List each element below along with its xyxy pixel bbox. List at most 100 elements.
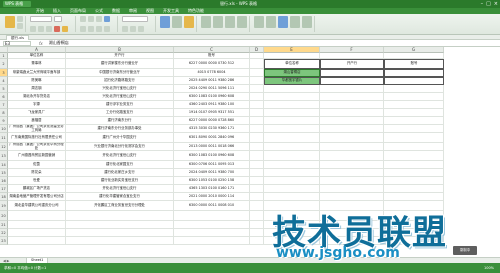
table-cell-unit[interactable]: 广州德昌（集团）公司京化测量业务工商局 bbox=[8, 125, 66, 133]
table-cell-account[interactable]: 6227 0000 0000 0730 512 bbox=[174, 59, 250, 69]
align-center-icon[interactable] bbox=[88, 26, 94, 32]
cell[interactable] bbox=[384, 93, 444, 101]
table-cell-bank[interactable]: 建行浮宇业务支行 bbox=[66, 101, 174, 109]
table-cell-bank[interactable]: 建行化北家庄乡支行 bbox=[66, 169, 174, 177]
table-cell-unit[interactable]: 佐茵 bbox=[8, 161, 66, 169]
cell[interactable] bbox=[320, 161, 384, 169]
wrap-text-icon[interactable] bbox=[104, 26, 110, 32]
cell[interactable] bbox=[250, 211, 264, 221]
cell[interactable] bbox=[250, 59, 264, 69]
cell[interactable] bbox=[250, 85, 264, 93]
cell[interactable] bbox=[384, 161, 444, 169]
cell[interactable] bbox=[250, 143, 264, 151]
table-cell-bank[interactable]: 建行化北家园支行 bbox=[66, 161, 174, 169]
table-cell-bank[interactable]: 开化北济行宝世山支行 bbox=[66, 185, 174, 193]
table-style-icon[interactable] bbox=[172, 16, 182, 28]
sort-icon[interactable] bbox=[225, 16, 235, 28]
lookup-header-1[interactable]: 开户行 bbox=[320, 59, 384, 69]
table-cell-unit[interactable]: 湖南金地营产管理开发有限公司分店 bbox=[8, 193, 66, 201]
row-header-5[interactable]: 5 bbox=[0, 85, 8, 93]
cell[interactable] bbox=[264, 125, 320, 133]
cell[interactable] bbox=[8, 229, 66, 237]
cell[interactable] bbox=[8, 211, 66, 221]
row-header-2[interactable]: 2 bbox=[0, 59, 8, 69]
row-header-13[interactable]: 13 bbox=[0, 151, 8, 161]
table-cell-account[interactable]: 6300 1083 0100 0960 608 bbox=[174, 151, 250, 161]
copy-icon[interactable] bbox=[17, 23, 23, 29]
row-header-18[interactable]: 18 bbox=[0, 193, 8, 201]
cell[interactable] bbox=[66, 237, 174, 245]
table-cell-bank[interactable]: 建行广州分十华园支行 bbox=[66, 133, 174, 143]
row-header-16[interactable]: 16 bbox=[0, 177, 8, 185]
row-header-3[interactable]: 3 bbox=[0, 69, 8, 77]
table-cell-unit[interactable]: 鑫福居 bbox=[8, 117, 66, 125]
table-cell-unit[interactable]: 宇源 bbox=[8, 101, 66, 109]
row-header-23[interactable]: 23 bbox=[0, 237, 8, 245]
cell-style-icon[interactable] bbox=[184, 16, 194, 28]
table-cell-account[interactable]: 2025 4409 0011 9380 286 bbox=[174, 77, 250, 85]
lookup-cell-1[interactable] bbox=[320, 69, 384, 77]
cell[interactable] bbox=[264, 109, 320, 117]
fill-color-icon[interactable] bbox=[62, 26, 68, 32]
cell[interactable] bbox=[250, 237, 264, 245]
freeze-panes-icon[interactable] bbox=[278, 16, 288, 28]
cell[interactable] bbox=[320, 169, 384, 177]
cell[interactable] bbox=[250, 151, 264, 161]
cell[interactable] bbox=[250, 229, 264, 237]
font-size-select[interactable] bbox=[54, 16, 62, 22]
table-cell-unit[interactable]: 湖北永开存货务店 bbox=[8, 93, 66, 101]
table-cell-bank[interactable]: 建行化业新实务宝世支行 bbox=[66, 177, 174, 185]
table-cell-account[interactable]: 6227 0000 0000 0728 860 bbox=[174, 117, 250, 125]
number-format-select[interactable] bbox=[122, 16, 148, 22]
row-header-15[interactable]: 15 bbox=[0, 169, 8, 177]
cell[interactable] bbox=[264, 93, 320, 101]
table-cell-unit[interactable]: 湖北金华建筑公司重庆分公司 bbox=[8, 201, 66, 211]
underline-icon[interactable] bbox=[46, 26, 52, 32]
table-cell-unit[interactable]: 广州德昌（集团）公司京化华商分理处 bbox=[8, 143, 66, 151]
cell[interactable] bbox=[320, 193, 384, 201]
lookup-cell-1[interactable] bbox=[320, 77, 384, 85]
cell[interactable] bbox=[250, 109, 264, 117]
row-header-10[interactable]: 10 bbox=[0, 125, 8, 133]
cell[interactable] bbox=[320, 177, 384, 185]
cell[interactable] bbox=[264, 143, 320, 151]
table-cell-unit[interactable]: 陈花朵 bbox=[8, 169, 66, 177]
cell[interactable] bbox=[250, 77, 264, 85]
table-cell-unit[interactable]: 飞龙家具厂 bbox=[8, 109, 66, 117]
table-cell-account[interactable]: 6300 1053 0100 0250 158 bbox=[174, 177, 250, 185]
cell[interactable] bbox=[384, 101, 444, 109]
merge-icon[interactable] bbox=[104, 16, 110, 22]
table-cell-bank[interactable]: 兴业银行济南北分行化测字会支行 bbox=[66, 143, 174, 151]
minimize-icon[interactable]: – bbox=[481, 1, 484, 7]
cell[interactable] bbox=[264, 193, 320, 201]
zoom-level[interactable]: 100% bbox=[484, 266, 494, 270]
row-header-17[interactable]: 17 bbox=[0, 185, 8, 193]
align-top-icon[interactable] bbox=[80, 16, 86, 22]
cell[interactable] bbox=[320, 133, 384, 143]
table-cell-bank[interactable]: 工分行化路宝支行 bbox=[66, 109, 174, 117]
table-cell-unit[interactable]: 广东南美国际旅行社有限责任公司 bbox=[8, 133, 66, 143]
cell[interactable] bbox=[250, 125, 264, 133]
cell[interactable] bbox=[174, 237, 250, 245]
row-header-7[interactable]: 7 bbox=[0, 101, 8, 109]
fx-icon[interactable]: fx bbox=[39, 41, 43, 46]
lookup-cell-2[interactable] bbox=[384, 69, 444, 77]
paste-icon[interactable] bbox=[5, 16, 15, 28]
table-cell-account[interactable]: 6301 8090 0001 2840 096 bbox=[174, 133, 250, 143]
align-middle-icon[interactable] bbox=[88, 16, 94, 22]
row-header-6[interactable]: 6 bbox=[0, 93, 8, 101]
table-cell-unit[interactable]: 董事林 bbox=[8, 59, 66, 69]
cell[interactable] bbox=[250, 133, 264, 143]
row-header-8[interactable]: 8 bbox=[0, 109, 8, 117]
cell[interactable] bbox=[320, 85, 384, 93]
cell[interactable] bbox=[384, 193, 444, 201]
cell[interactable] bbox=[250, 69, 264, 77]
lookup-header-0[interactable]: 单位名称 bbox=[264, 59, 320, 69]
conditional-format-icon[interactable] bbox=[160, 16, 170, 28]
table-cell-account[interactable]: 2024 0290 0011 5096 111 bbox=[174, 85, 250, 93]
table-cell-account[interactable]: 4315 3030 0230 9360 171 bbox=[174, 125, 250, 133]
row-header-9[interactable]: 9 bbox=[0, 117, 8, 125]
table-cell-account[interactable]: 4360 2403 0911 9380 100 bbox=[174, 101, 250, 109]
cell[interactable] bbox=[264, 169, 320, 177]
cut-icon[interactable] bbox=[17, 16, 23, 22]
